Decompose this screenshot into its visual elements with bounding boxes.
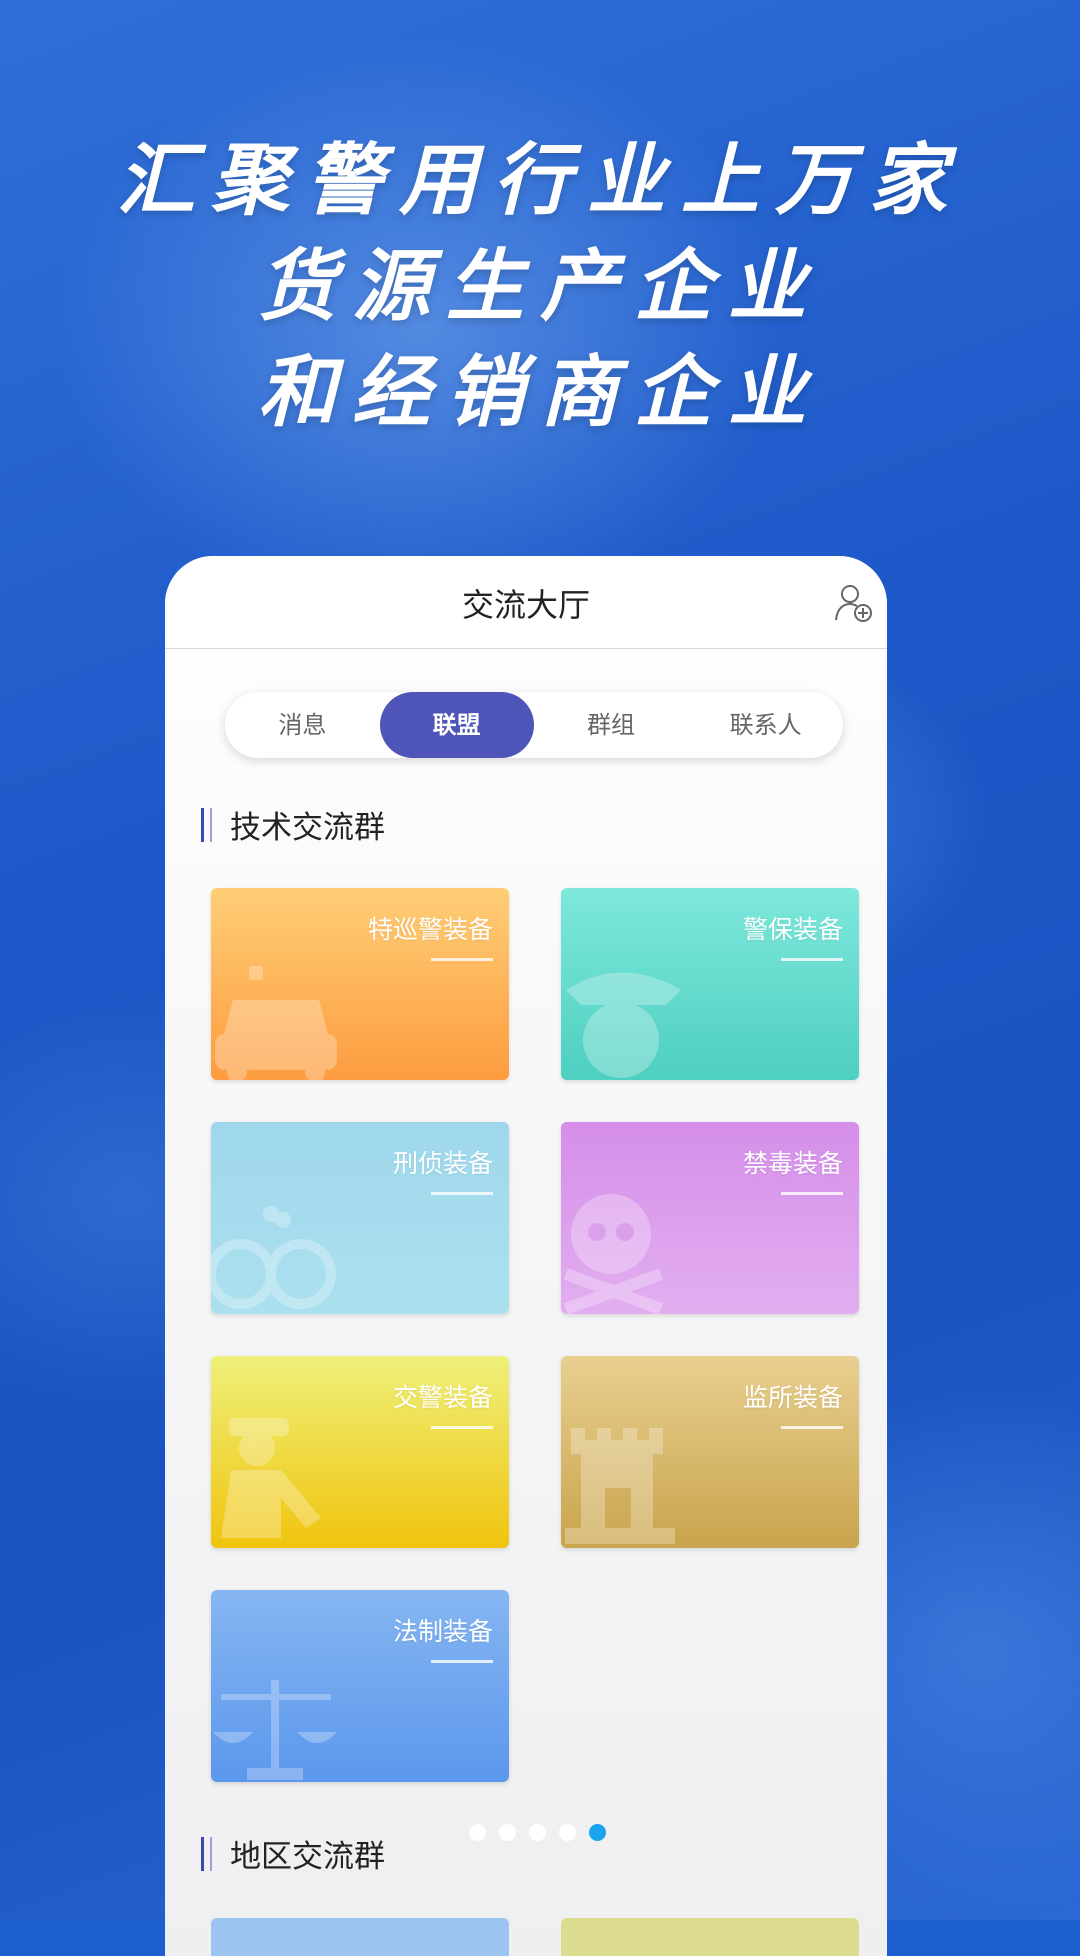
tab-groups[interactable]: 群组 [534,692,689,758]
police-officer-icon [566,972,681,1078]
page-dot-active[interactable] [589,1824,606,1841]
section-marker [201,807,212,842]
section-marker [201,1836,212,1871]
card-underline [781,1192,843,1195]
headline-line-2: 货源生产企业 [257,242,822,332]
page-dot[interactable] [529,1824,546,1841]
card-legal[interactable]: 法制装备 [211,1590,509,1782]
card-detention[interactable]: 监所装备 [561,1356,859,1548]
page-dot[interactable] [559,1824,576,1841]
card-special-patrol[interactable]: 特巡警装备 [211,888,509,1080]
police-car-icon [215,966,337,1080]
page-indicator [469,1824,606,1841]
page-dot[interactable] [499,1824,516,1841]
card-underline [431,958,493,961]
card-label: 法制装备 [392,1617,493,1646]
card-label: 监所装备 [742,1383,843,1412]
card-label: 特巡警装备 [367,915,493,944]
card-label: 刑侦装备 [392,1149,493,1178]
card-underline [431,1192,493,1195]
card-label: 警保装备 [742,915,843,944]
card-underline [431,1426,493,1429]
card-underline [781,1426,843,1429]
card-underline [431,1660,493,1663]
card-label: 禁毒装备 [742,1149,843,1178]
section-tech-groups: 技术交流群 [201,802,385,847]
headline-line-1: 汇聚警用行业上万家 [116,136,963,226]
handcuffs-icon [211,1206,336,1309]
phone-screen: 交流大厅 消息 联盟 群组 联系人 技术交流群 特巡警装备 警保装备 刑侦装备 … [165,556,887,1956]
card-police-security[interactable]: 警保装备 [561,888,859,1080]
scales-of-justice-icon [213,1680,337,1780]
tab-bar: 消息 联盟 群组 联系人 [225,692,843,758]
card-label: 交警装备 [392,1383,493,1412]
tab-contacts[interactable]: 联系人 [688,692,843,758]
section-title-text: 地区交流群 [230,1839,385,1875]
skull-crossbones-icon [563,1194,664,1314]
nav-bar: 交流大厅 [165,556,887,649]
add-contact-icon[interactable] [833,582,875,624]
page-title: 交流大厅 [461,586,590,624]
card-traffic-police[interactable]: 交警装备 [211,1356,509,1548]
tab-messages[interactable]: 消息 [225,692,380,758]
headline: 汇聚警用行业上万家 货源生产企业 和经销商企业 [0,128,1080,446]
card-criminal-investigation[interactable]: 刑侦装备 [211,1122,509,1314]
card-underline [781,958,843,961]
traffic-police-icon [221,1418,321,1538]
section-title-text: 技术交流群 [230,810,385,846]
section-region-groups: 地区交流群 [201,1831,385,1876]
card-region-2-partial[interactable] [561,1918,859,1956]
card-anti-drug[interactable]: 禁毒装备 [561,1122,859,1314]
tab-alliance[interactable]: 联盟 [379,692,534,758]
headline-line-3: 和经销商企业 [257,348,822,438]
page-dot[interactable] [469,1824,486,1841]
prison-tower-icon [565,1428,675,1544]
card-region-1-partial[interactable] [211,1918,509,1956]
